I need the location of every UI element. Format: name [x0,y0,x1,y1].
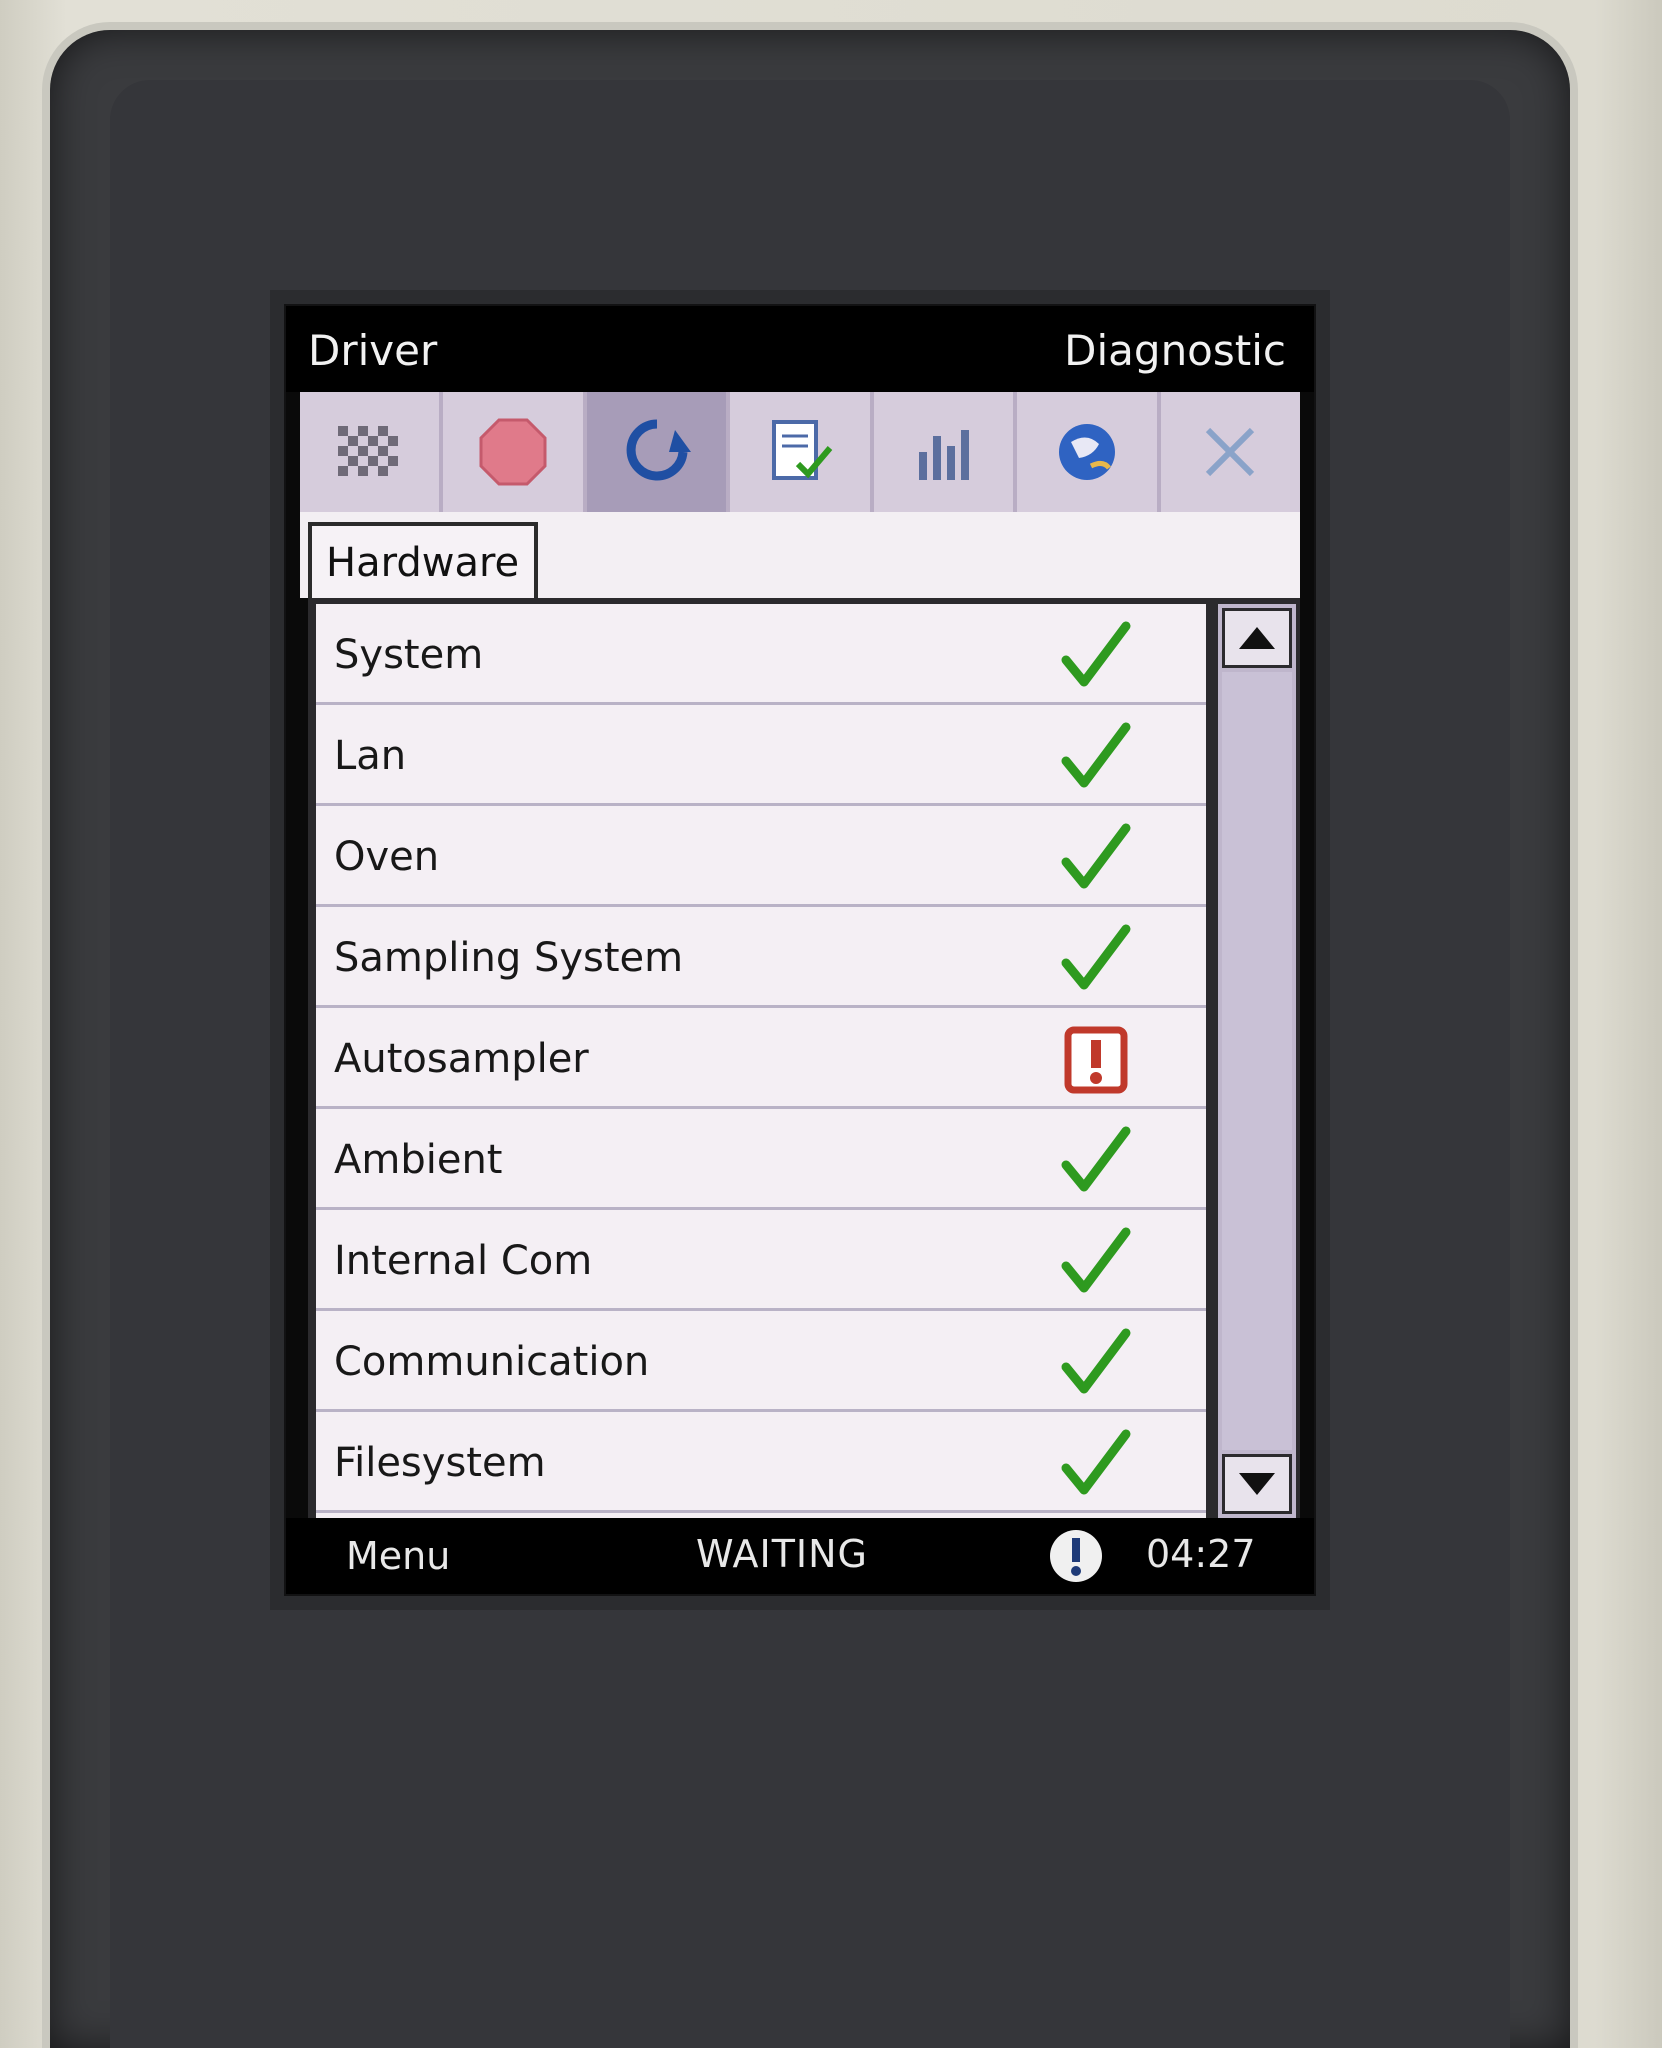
stop-sign-icon [479,418,547,486]
clock: 04:27 [1146,1532,1256,1576]
list-item-label: Autosampler [334,1036,589,1082]
checkmark-icon [1061,722,1131,788]
close-button[interactable] [1161,392,1300,512]
checkmark-icon [1061,1328,1131,1394]
checkmark-icon [1061,924,1131,990]
menu-button[interactable]: Menu [346,1534,450,1578]
checkmark-icon [1061,1126,1131,1192]
diagnostic-title: Diagnostic [1064,326,1286,375]
list-item[interactable]: Internal Com [316,1210,1206,1311]
list-item-label: Ambient [334,1137,503,1183]
tab-row: Hardware [300,512,1300,598]
list-item[interactable]: Lan [316,705,1206,806]
refresh-button[interactable] [586,392,731,512]
list-item[interactable]: Sampling System [316,907,1206,1008]
scrollbar[interactable] [1214,604,1296,1518]
checker-grid-button[interactable] [300,392,444,512]
list-item-label: Lan [334,733,407,779]
error-icon [1064,1026,1128,1094]
checkmark-icon [1061,1429,1131,1495]
list-item-label: Communication [334,1339,650,1385]
driver-title[interactable]: Driver [308,326,437,375]
status-bar: Menu WAITING 04:27 [286,1518,1314,1594]
document-check-button[interactable] [730,392,874,512]
scroll-down-button[interactable] [1222,1454,1292,1514]
warning-icon[interactable] [1046,1526,1106,1586]
list-item[interactable]: Communication [316,1311,1206,1412]
list-item[interactable]: System [316,604,1206,705]
list-item[interactable]: Oven [316,806,1206,907]
list-item-label: Internal Com [334,1238,593,1284]
checkmark-icon [1061,1227,1131,1293]
chart-button[interactable] [874,392,1018,512]
list-item[interactable]: Autosampler [316,1008,1206,1109]
toolbar [300,392,1300,512]
list-item-label: Oven [334,834,440,880]
arrow-up-icon [1239,627,1275,649]
list-item-label: Filesystem [334,1440,546,1486]
list-item-label: Sampling System [334,935,684,981]
globe-icon [1058,424,1115,480]
tab-hardware[interactable]: Hardware [308,522,538,598]
document-check-icon [771,420,833,480]
touch-screen: Driver Diagnostic Hardware System Lan Ov… [286,306,1314,1594]
stop-button[interactable] [443,392,587,512]
scroll-up-button[interactable] [1222,608,1292,668]
close-icon [1206,427,1255,477]
checkmark-icon [1061,621,1131,687]
diagnostics-list: System Lan Oven Sampling System Autosampler A… [316,604,1206,1518]
globe-button[interactable] [1017,392,1161,512]
checker-grid-icon [337,426,398,476]
bar-chart-icon [919,430,970,480]
list-item-label: System [334,632,484,678]
arrow-down-icon [1239,1473,1275,1495]
refresh-icon [626,419,691,481]
scroll-track[interactable] [1222,672,1292,1450]
status-text: WAITING [696,1532,868,1576]
diagnostics-panel: System Lan Oven Sampling System Autosampler A… [308,598,1300,1518]
list-item[interactable]: Filesystem [316,1412,1206,1513]
checkmark-icon [1061,823,1131,889]
list-item[interactable]: Ambient [316,1109,1206,1210]
title-bar: Driver Diagnostic [286,306,1314,392]
